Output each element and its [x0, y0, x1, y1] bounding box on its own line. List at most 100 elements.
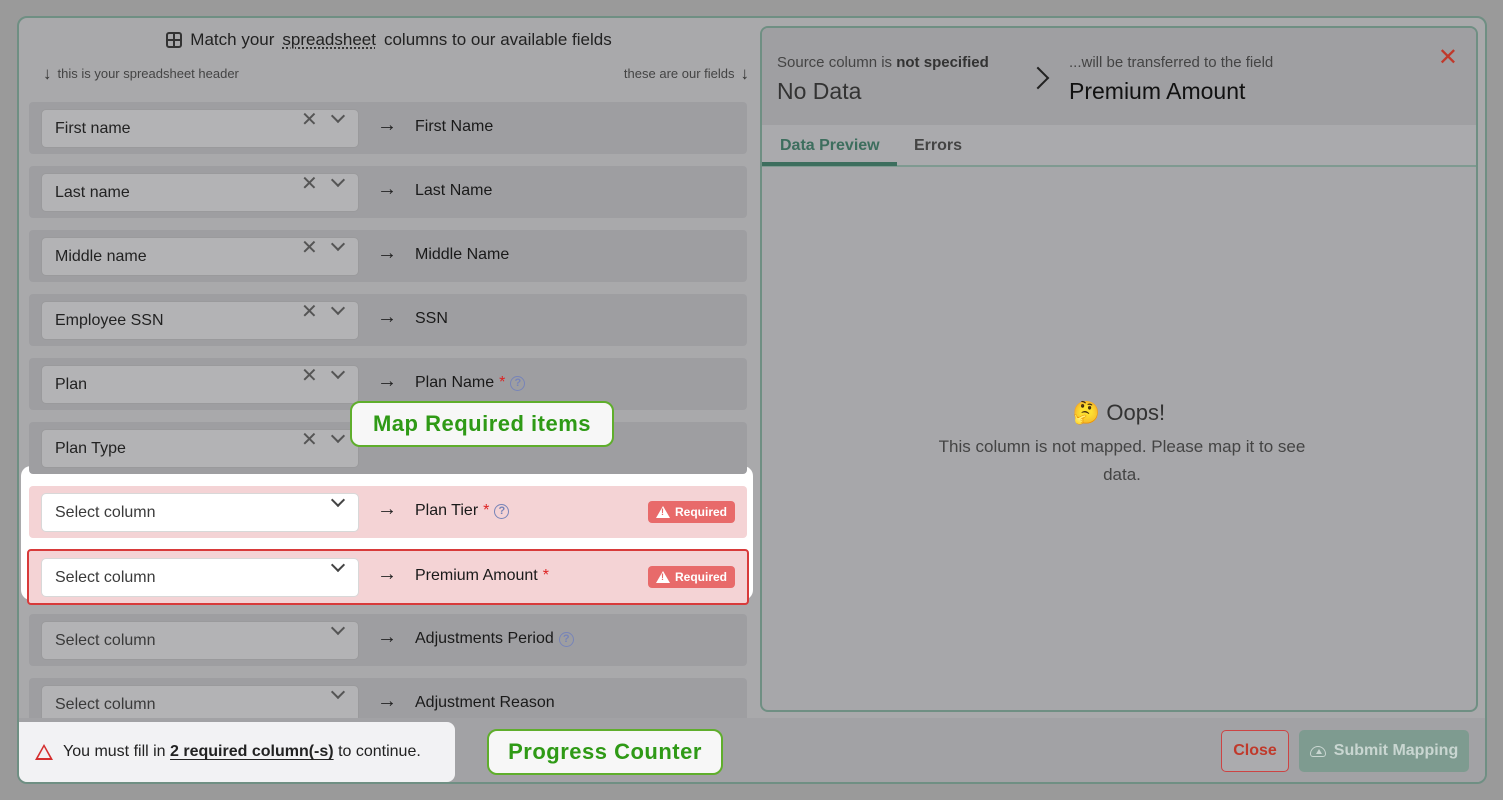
select-placeholder: Select column — [55, 695, 156, 713]
source-column-select[interactable]: Select column — [41, 558, 359, 597]
target-field: SSN — [415, 310, 448, 328]
detail-header: Source column is not specified No Data .… — [762, 28, 1476, 125]
close-button[interactable]: Close — [1221, 730, 1289, 772]
mapping-row: Middle name ✕ → Middle Name — [29, 230, 747, 282]
mapping-row: First name ✕ → First Name — [29, 102, 747, 154]
help-icon[interactable]: ? — [510, 375, 526, 391]
field-label: Adjustments Period — [415, 630, 554, 647]
source-column-select[interactable]: Select column — [41, 621, 359, 660]
target-field: Last Name — [415, 182, 492, 200]
arrow-right-icon: → — [377, 178, 397, 200]
target-field: Middle Name — [415, 246, 509, 264]
field-label: Middle Name — [415, 246, 510, 263]
select-value: Plan — [55, 375, 88, 393]
arrow-right-icon: → — [377, 690, 397, 712]
title-link[interactable]: spreadsheet — [282, 30, 376, 50]
mapping-row: Employee SSN ✕ → SSN — [29, 294, 747, 346]
target-field: Plan Tier * ? — [415, 502, 510, 520]
select-placeholder: Select column — [55, 568, 156, 586]
required-asterisk: * — [483, 502, 490, 519]
select-value: Last name — [55, 183, 130, 201]
notice-count[interactable]: 2 required column(-s) — [170, 743, 334, 760]
progress-notice: You must fill in 2 required column(-s) t… — [19, 722, 455, 782]
cloud-upload-icon — [1309, 745, 1326, 757]
submit-mapping-button[interactable]: Submit Mapping — [1299, 730, 1469, 772]
select-value: Employee SSN — [55, 311, 164, 329]
mapping-panel: Match your spreadsheet columns to our av… — [19, 18, 759, 730]
hint-left: ↓ this is your spreadsheet header — [43, 65, 239, 82]
select-value: Middle name — [55, 247, 147, 265]
help-icon[interactable]: ? — [494, 503, 510, 519]
arrow-right-icon: → — [377, 563, 397, 585]
empty-state-title: 🤔 Oops! — [1072, 400, 1166, 425]
badge-label: Required — [674, 505, 727, 519]
close-icon[interactable]: ✕ — [1438, 46, 1458, 70]
target-field: Adjustments Period ? — [415, 630, 574, 648]
modal-footer: You must fill in 2 required column(-s) t… — [19, 718, 1485, 782]
arrow-right-icon: → — [377, 498, 397, 520]
notice-suffix: to continue. — [338, 743, 421, 760]
target-field: Plan Name * ? — [415, 374, 526, 392]
source-value: No Data — [777, 78, 862, 104]
chevron-right-icon — [1026, 66, 1050, 90]
clear-icon[interactable]: ✕ — [301, 110, 709, 130]
tab-errors[interactable]: Errors — [914, 137, 962, 155]
callout-map-required: Map Required items — [350, 401, 614, 447]
help-icon[interactable]: ? — [558, 631, 574, 647]
warning-icon — [655, 506, 670, 518]
source-label-prefix: Source column is — [777, 54, 893, 71]
mapping-row-active[interactable]: Select column → Premium Amount * Require… — [27, 549, 749, 605]
mapping-modal: Match your spreadsheet columns to our av… — [17, 16, 1487, 784]
target-field: First Name — [415, 118, 493, 136]
field-label: Adjustment Reason — [415, 694, 555, 711]
field-label: Plan Tier — [415, 502, 479, 519]
select-placeholder: Select column — [55, 503, 156, 521]
destination-value: Premium Amount — [1069, 78, 1246, 104]
arrow-right-icon: → — [377, 306, 397, 328]
arrow-down-icon: ↓ — [740, 64, 750, 83]
detail-tabs: Data Preview Errors — [762, 125, 1476, 167]
destination-label: ...will be transferred to the field — [1069, 54, 1274, 71]
warning-icon — [655, 571, 670, 583]
tab-data-preview[interactable]: Data Preview — [780, 137, 880, 155]
arrow-right-icon: → — [377, 370, 397, 392]
title-prefix: Match your — [190, 30, 275, 49]
notice-text: You must fill in 2 required column(-s) t… — [63, 743, 421, 761]
hint-left-text: this is your spreadsheet header — [57, 66, 239, 81]
arrow-right-icon: → — [377, 626, 397, 648]
title-suffix: columns to our available fields — [383, 30, 612, 49]
table-icon — [166, 32, 183, 48]
hint-right: these are our fields ↓ — [624, 65, 749, 82]
select-value: First name — [55, 119, 131, 137]
mapping-row: Last name ✕ → Last Name — [29, 166, 747, 218]
required-badge: Required — [647, 501, 735, 523]
required-asterisk: * — [499, 374, 506, 391]
required-asterisk: * — [542, 567, 549, 584]
submit-label: Submit Mapping — [1333, 742, 1459, 759]
warning-icon — [35, 744, 53, 760]
detail-panel: Source column is not specified No Data .… — [760, 26, 1478, 712]
required-badge: Required — [647, 566, 735, 588]
clear-icon[interactable]: ✕ — [301, 174, 709, 194]
source-column-select[interactable]: Select column — [41, 493, 359, 532]
field-label: Premium Amount — [415, 567, 538, 584]
target-field: Adjustment Reason — [415, 694, 555, 712]
empty-state-message: This column is not mapped. Please map it… — [938, 437, 1306, 484]
arrow-right-icon: → — [377, 242, 397, 264]
notice-prefix: You must fill in — [63, 743, 166, 760]
source-label-bold: not specified — [896, 54, 989, 71]
arrow-down-icon: ↓ — [43, 64, 52, 83]
active-tab-indicator — [762, 162, 897, 166]
field-label: First Name — [415, 118, 494, 135]
clear-icon[interactable]: ✕ — [301, 302, 709, 322]
mapping-row-required: Select column → Plan Tier * ? Required — [29, 486, 747, 538]
callout-progress-counter: Progress Counter — [487, 729, 723, 775]
hint-right-text: these are our fields — [623, 66, 735, 81]
badge-label: Required — [674, 570, 727, 584]
field-label: Last Name — [415, 182, 493, 199]
panel-title: Match your spreadsheet columns to our av… — [19, 30, 759, 50]
arrow-right-icon: → — [377, 114, 397, 136]
source-label: Source column is not specified — [777, 54, 989, 71]
target-field: Premium Amount * — [415, 567, 549, 585]
select-placeholder: Select column — [55, 631, 156, 649]
